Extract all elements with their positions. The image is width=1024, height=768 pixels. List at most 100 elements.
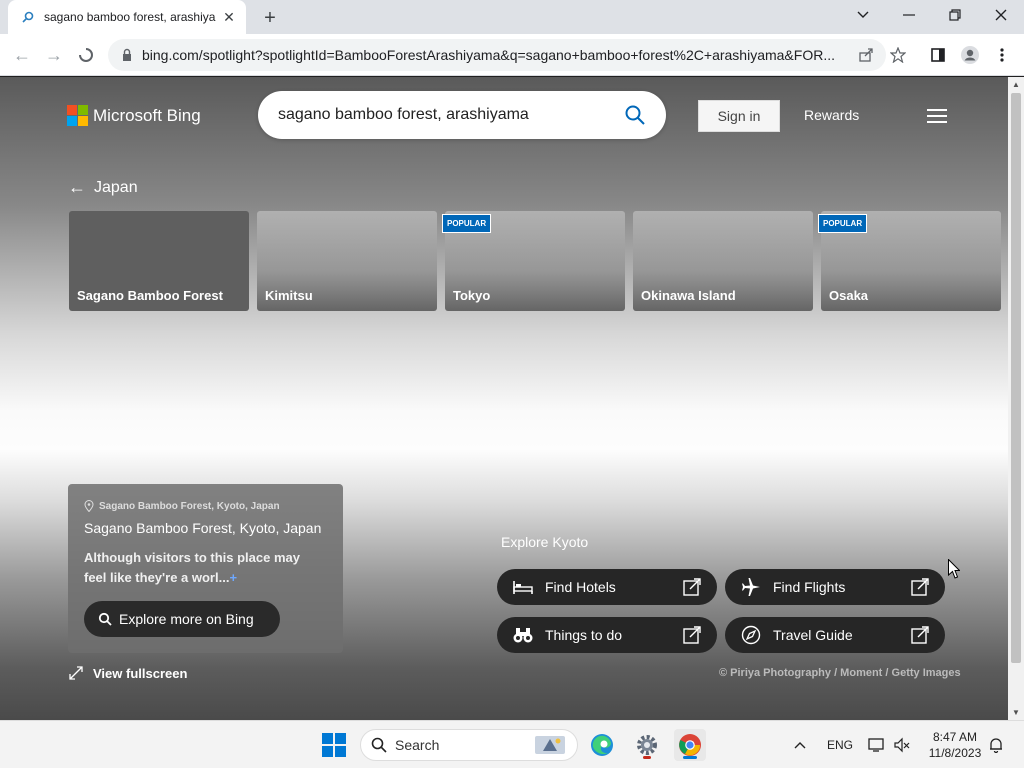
restore-icon[interactable] xyxy=(932,0,978,30)
info-description: Although visitors to this place may feel… xyxy=(84,548,314,588)
bing-search-icon xyxy=(20,9,36,25)
compass-icon xyxy=(741,625,761,645)
tab-close-icon[interactable]: ✕ xyxy=(220,8,238,26)
destination-label: Kimitsu xyxy=(265,288,313,303)
loading-spinner-icon[interactable] xyxy=(72,41,100,69)
travel-guide-label: Travel Guide xyxy=(773,627,853,643)
new-tab-button[interactable]: + xyxy=(258,6,282,30)
external-link-icon xyxy=(683,626,701,644)
logo-text: Microsoft Bing xyxy=(93,105,201,125)
find-flights-label: Find Flights xyxy=(773,579,846,595)
start-tile xyxy=(335,746,346,757)
edge-browser-icon[interactable] xyxy=(586,729,618,761)
popular-badge: POPULAR xyxy=(818,214,868,233)
location-line: Sagano Bamboo Forest, Kyoto, Japan xyxy=(84,500,327,512)
search-input[interactable]: sagano bamboo forest, arashiyama xyxy=(278,106,624,124)
start-tile xyxy=(322,733,333,744)
app-indicator xyxy=(683,756,697,759)
chrome-browser-icon[interactable] xyxy=(674,729,706,761)
clock-time: 8:47 AM xyxy=(932,730,978,744)
search-icon xyxy=(98,612,112,626)
start-tile xyxy=(335,733,346,744)
start-tile xyxy=(322,746,333,757)
destination-card[interactable]: POPULAR Osaka xyxy=(818,211,1001,311)
more-menu-icon[interactable] xyxy=(988,41,1016,69)
travel-guide-button[interactable]: Travel Guide xyxy=(725,617,945,653)
external-link-icon xyxy=(911,626,929,644)
address-bar[interactable]: bing.com/spotlight?spotlightId=BambooFor… xyxy=(108,39,886,71)
back-to-japan-link[interactable]: ← Japan xyxy=(68,177,138,198)
logo-red-square xyxy=(67,105,77,115)
location-text: Sagano Bamboo Forest, Kyoto, Japan xyxy=(99,500,280,512)
destination-card[interactable]: POPULAR Tokyo xyxy=(442,211,625,311)
taskbar-search[interactable]: Search xyxy=(360,729,578,761)
hamburger-menu-icon[interactable] xyxy=(927,109,947,123)
expand-icon xyxy=(69,666,83,680)
tab-search-icon[interactable] xyxy=(840,0,886,30)
logo-blue-square xyxy=(67,116,77,126)
view-fullscreen-link[interactable]: View fullscreen xyxy=(68,665,187,681)
menu-bar xyxy=(927,115,947,117)
scrollbar-thumb[interactable] xyxy=(1011,93,1021,663)
lock-icon xyxy=(123,48,131,61)
breadcrumb-label: Japan xyxy=(94,178,138,196)
page-scrollbar[interactable]: ▲ ▼ xyxy=(1008,77,1024,720)
scroll-down-icon[interactable]: ▼ xyxy=(1012,708,1020,717)
notification-bell-icon[interactable] xyxy=(988,721,1004,768)
forward-arrow-icon[interactable]: → xyxy=(40,41,68,69)
things-to-do-button[interactable]: Things to do xyxy=(497,617,717,653)
find-hotels-button[interactable]: Find Hotels xyxy=(497,569,717,605)
find-flights-button[interactable]: Find Flights xyxy=(725,569,945,605)
minimize-icon[interactable] xyxy=(886,0,932,30)
share-icon[interactable] xyxy=(852,41,880,69)
destination-label: Okinawa Island xyxy=(641,288,736,303)
bing-logo[interactable]: Microsoft Bing xyxy=(67,105,201,126)
image-credit: © Piriya Photography / Moment / Getty Im… xyxy=(719,667,961,679)
rewards-link[interactable]: Rewards xyxy=(804,107,859,123)
scroll-up-icon[interactable]: ▲ xyxy=(1012,80,1020,89)
explore-more-button[interactable]: Explore more on Bing xyxy=(84,601,280,637)
back-arrow-icon: ← xyxy=(68,177,86,197)
destination-card[interactable]: Sagano Bamboo Forest xyxy=(69,211,249,311)
destination-label: Sagano Bamboo Forest xyxy=(77,288,223,303)
destination-label: Tokyo xyxy=(453,288,491,303)
system-clock[interactable]: 8:47 AM 11/8/2023 xyxy=(922,729,988,761)
explore-heading: Explore Kyoto xyxy=(501,534,589,550)
destination-label: Osaka xyxy=(829,288,869,303)
things-to-do-label: Things to do xyxy=(545,627,623,643)
logo-green-square xyxy=(78,105,88,115)
search-icon[interactable] xyxy=(624,104,646,126)
side-panel-icon[interactable] xyxy=(924,41,952,69)
taskbar-search-label: Search xyxy=(395,737,440,753)
spotlight-page: Microsoft Bing sagano bamboo forest, ara… xyxy=(0,77,1008,720)
settings-gear-icon[interactable] xyxy=(631,729,663,761)
menu-bar xyxy=(927,121,947,123)
location-info-card: Sagano Bamboo Forest, Kyoto, Japan Sagan… xyxy=(68,484,343,653)
browser-tab[interactable]: sagano bamboo forest, arashiya ✕ xyxy=(8,0,246,34)
search-box[interactable]: sagano bamboo forest, arashiyama xyxy=(258,91,666,139)
windows-start-icon[interactable] xyxy=(322,733,346,757)
destination-card[interactable]: Okinawa Island xyxy=(633,211,813,311)
close-window-icon[interactable] xyxy=(978,0,1024,30)
network-icon[interactable] xyxy=(868,721,886,768)
clock-date: 11/8/2023 xyxy=(928,746,982,760)
tray-overflow-icon[interactable] xyxy=(794,721,806,768)
back-arrow-icon[interactable]: ← xyxy=(8,41,36,69)
sign-in-button[interactable]: Sign in xyxy=(698,100,780,132)
view-fullscreen-label: View fullscreen xyxy=(93,665,188,681)
popular-badge: POPULAR xyxy=(442,214,492,233)
language-indicator[interactable]: ENG xyxy=(827,721,853,768)
airplane-icon xyxy=(741,577,761,597)
mouse-cursor-icon xyxy=(948,559,960,579)
browser-toolbar: ← → bing.com/spotlight?spotlightId=Bambo… xyxy=(0,34,1024,76)
destination-card[interactable]: Kimitsu xyxy=(257,211,437,311)
description-text: Although visitors to this place may feel… xyxy=(84,550,300,585)
logo-yellow-square xyxy=(78,116,88,126)
explore-more-label: Explore more on Bing xyxy=(119,611,254,627)
profile-avatar-icon[interactable] xyxy=(956,41,984,69)
volume-muted-icon[interactable] xyxy=(894,721,910,768)
external-link-icon xyxy=(911,578,929,596)
location-pin-icon xyxy=(84,500,94,512)
expand-plus-icon[interactable]: + xyxy=(229,570,237,585)
bookmark-star-icon[interactable] xyxy=(884,41,912,69)
